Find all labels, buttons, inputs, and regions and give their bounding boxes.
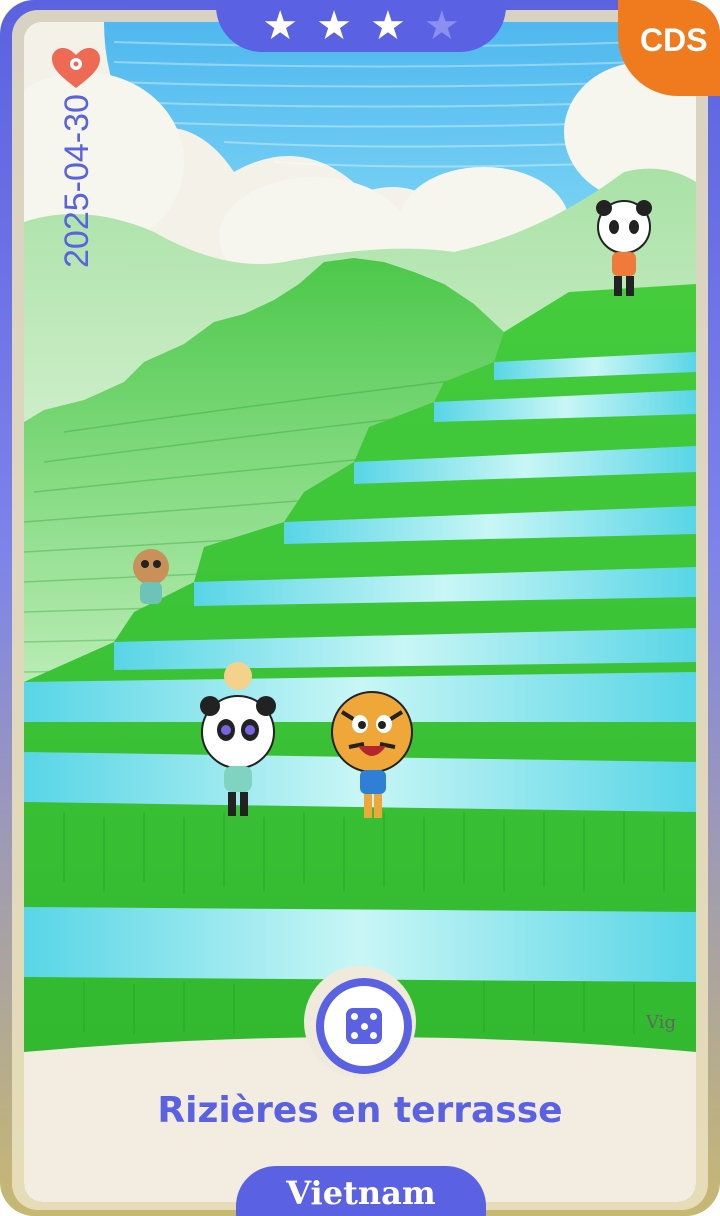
star-icon-filled: ★	[370, 3, 406, 49]
star-icon-empty: ★	[423, 3, 460, 49]
roll-dice-button[interactable]	[316, 978, 412, 1074]
star-icon-filled: ★	[316, 3, 352, 49]
game-card: ★ ★ ★ ★ CDS 2025-04-30 Vig Rizières en t…	[0, 0, 720, 1216]
star-icon-filled: ★	[262, 3, 299, 49]
badge-label: CDS	[640, 22, 708, 58]
country-label: Vietnam	[286, 1174, 436, 1212]
dice-icon	[346, 1008, 382, 1044]
artist-signature: Vig	[646, 1012, 676, 1033]
date-label: 2025-04-30	[58, 94, 96, 268]
card-title: Rizières en terrasse	[157, 1090, 563, 1131]
card-date: 2025-04-30	[46, 94, 106, 270]
country-tab: Vietnam	[236, 1166, 486, 1216]
star-rating: ★ ★ ★ ★	[216, 0, 506, 52]
heart-location-icon[interactable]	[50, 46, 102, 90]
